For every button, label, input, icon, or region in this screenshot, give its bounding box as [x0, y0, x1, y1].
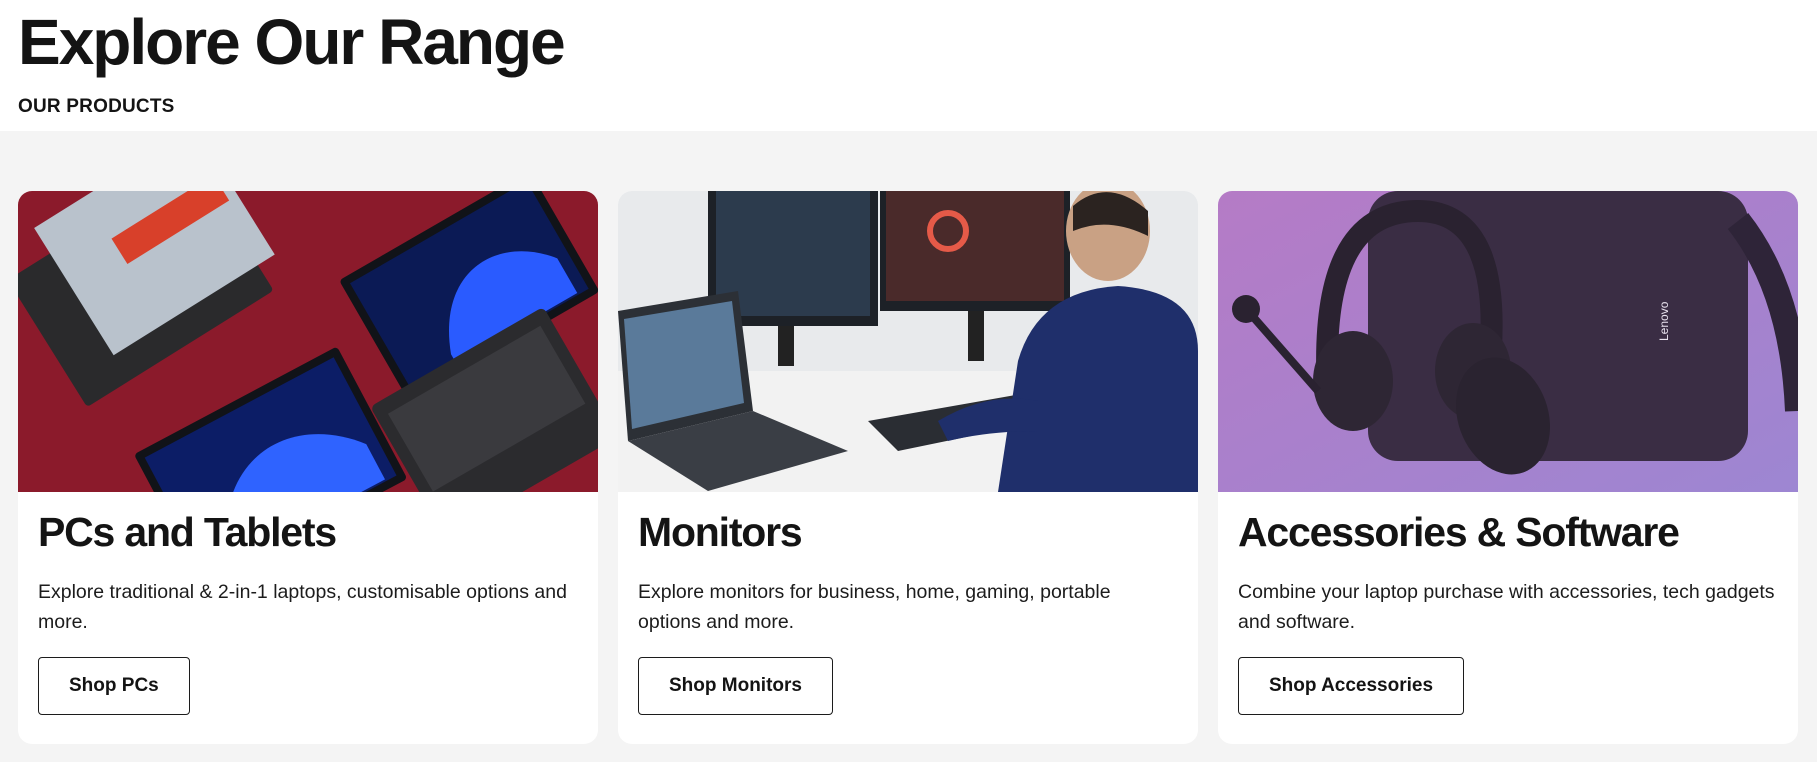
shop-monitors-button[interactable]: Shop Monitors: [638, 657, 833, 715]
card-description: Explore traditional & 2-in-1 laptops, cu…: [38, 581, 567, 633]
card-description: Combine your laptop purchase with access…: [1238, 581, 1775, 633]
page-title: Explore Our Range: [18, 6, 566, 78]
section-header: Explore Our Range OUR PRODUCTS: [0, 0, 1817, 131]
category-card-pcs: PCs and Tablets Explore traditional & 2-…: [18, 191, 598, 744]
monitors-workstation-image-icon: [618, 191, 1198, 492]
card-title: Accessories & Software: [1238, 509, 1680, 555]
brand-label: Lenovo: [1657, 301, 1671, 341]
accessories-software-image[interactable]: Lenovo: [1218, 191, 1798, 492]
category-card-accessories: Lenovo Accessories & Software Combine yo…: [1218, 191, 1798, 744]
card-description: Explore monitors for business, home, gam…: [638, 581, 1111, 633]
product-category-grid: PCs and Tablets Explore traditional & 2-…: [18, 191, 1798, 744]
laptops-image-icon: [18, 191, 598, 492]
accessories-image-icon: Lenovo: [1218, 191, 1798, 492]
pcs-tablets-image[interactable]: [18, 191, 598, 492]
shop-accessories-button[interactable]: Shop Accessories: [1238, 657, 1465, 715]
monitors-image[interactable]: [618, 191, 1198, 492]
shop-pcs-button[interactable]: Shop PCs: [38, 657, 190, 715]
card-title: PCs and Tablets: [38, 509, 337, 555]
section-subtitle: OUR PRODUCTS: [18, 96, 175, 117]
card-title: Monitors: [638, 509, 803, 555]
category-card-monitors: Monitors Explore monitors for business, …: [618, 191, 1198, 744]
